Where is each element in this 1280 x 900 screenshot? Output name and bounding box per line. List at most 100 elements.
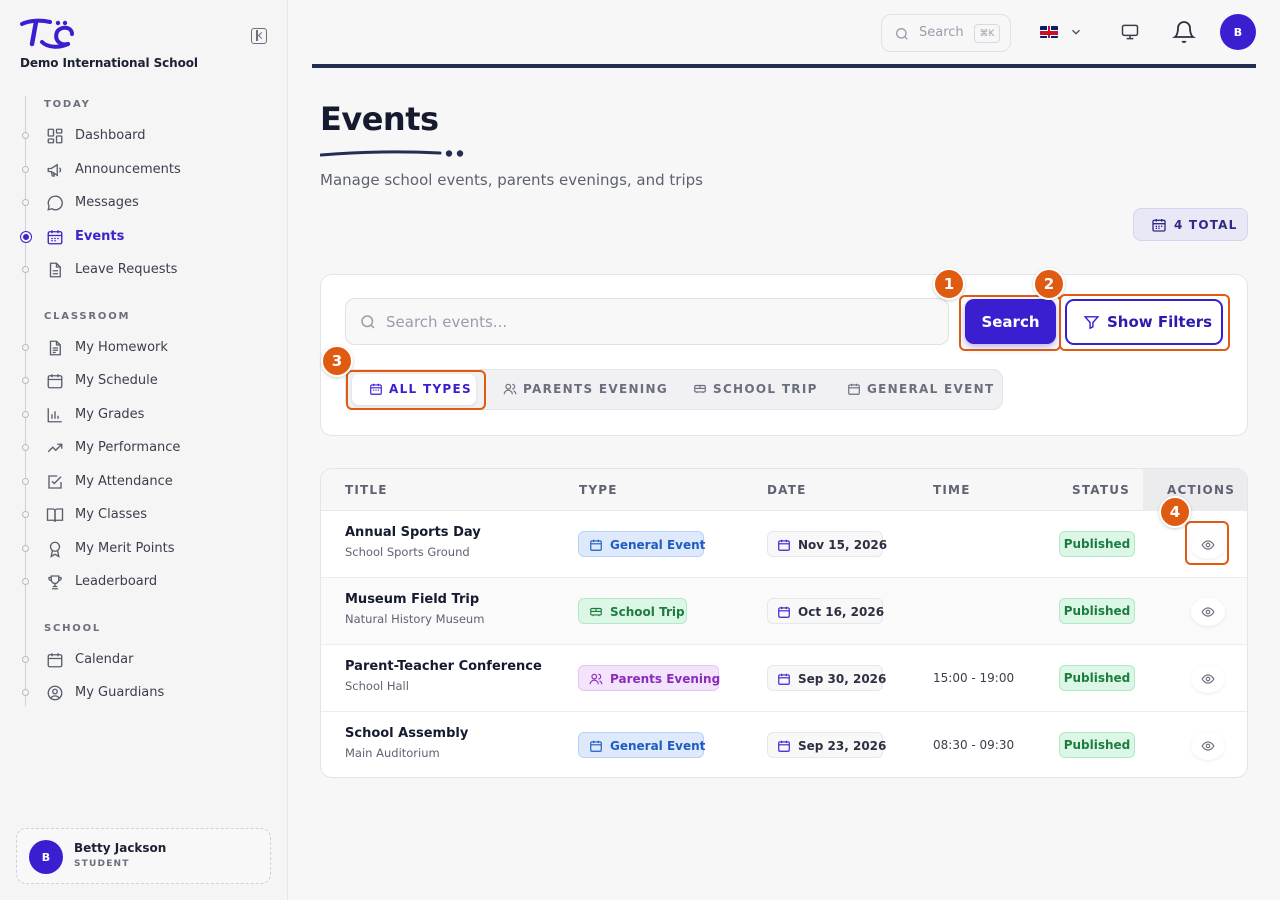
sidebar-item-my-classes[interactable]: My Classes [0, 501, 288, 529]
sidebar-item-my-performance[interactable]: My Performance [0, 434, 288, 462]
sidebar-item-calendar[interactable]: Calendar [0, 646, 288, 674]
nav-dot [22, 444, 29, 451]
annotation-marker-3: 3 [321, 345, 353, 377]
sidebar-item-label: My Schedule [75, 373, 158, 388]
calendar-icon [848, 383, 860, 395]
calendar-icon [778, 606, 790, 618]
sidebar-item-announcements[interactable]: Announcements [0, 156, 288, 184]
calendar-icon [778, 740, 790, 752]
event-location: Main Auditorium [345, 746, 440, 760]
dashboard-icon [47, 128, 63, 144]
school-name: Demo International School [20, 56, 198, 70]
event-date: Oct 16, 2026 [798, 605, 885, 619]
table-row[interactable]: Parent-Teacher Conference School Hall Pa… [321, 645, 1247, 712]
column-header-title[interactable]: TITLE [345, 483, 388, 497]
collapse-sidebar-icon[interactable] [251, 28, 267, 44]
sidebar: Demo International School TODAY Dashboar… [0, 0, 288, 900]
view-event-button[interactable] [1191, 665, 1225, 693]
section-label-classroom: CLASSROOM [44, 311, 131, 322]
tab-label: SCHOOL TRIP [713, 382, 818, 396]
global-search-input[interactable]: Search ⌘K [881, 14, 1011, 52]
notifications-bell-icon[interactable] [1172, 20, 1196, 44]
search-button[interactable]: Search [965, 299, 1056, 344]
type-label: Parents Evening [610, 672, 721, 686]
type-label: General Event [610, 739, 706, 753]
annotation-marker-1: 1 [933, 268, 965, 300]
sidebar-item-label: Dashboard [75, 128, 146, 143]
language-selector[interactable] [1038, 24, 1086, 42]
events-search-field[interactable] [345, 298, 949, 345]
search-icon [361, 315, 375, 329]
sidebar-item-events[interactable]: Events [0, 223, 288, 251]
sidebar-item-label: Events [75, 229, 125, 244]
sidebar-item-my-grades[interactable]: My Grades [0, 401, 288, 429]
eye-icon [1201, 540, 1215, 550]
tab-all-types[interactable]: ALL TYPES [352, 374, 476, 405]
view-event-button[interactable] [1191, 732, 1225, 760]
sidebar-item-dashboard[interactable]: Dashboard [0, 122, 288, 150]
calendar-icon [370, 383, 382, 395]
event-title: Parent-Teacher Conference [345, 659, 542, 674]
calendar-icon [47, 653, 63, 668]
date-badge: Sep 23, 2026 [767, 732, 887, 758]
view-event-button[interactable] [1191, 598, 1225, 626]
user-profile-card[interactable]: B Betty Jackson STUDENT [16, 828, 271, 884]
monitor-icon[interactable] [1120, 22, 1140, 42]
event-title: Museum Field Trip [345, 592, 480, 607]
column-header-time[interactable]: TIME [933, 483, 971, 497]
calendar-icon [47, 374, 63, 389]
status-badge: Published [1059, 665, 1135, 691]
show-filters-button[interactable]: Show Filters [1065, 299, 1223, 345]
sidebar-item-my-schedule[interactable]: My Schedule [0, 367, 288, 395]
user-circle-icon [47, 685, 63, 701]
view-event-button[interactable] [1191, 531, 1225, 559]
column-header-date[interactable]: DATE [767, 483, 807, 497]
nav-dot [22, 411, 29, 418]
sidebar-item-my-attendance[interactable]: My Attendance [0, 468, 288, 496]
column-header-status[interactable]: STATUS [1072, 483, 1130, 497]
title-underline-decoration [320, 150, 464, 157]
sidebar-item-label: Calendar [75, 652, 134, 667]
sidebar-item-label: My Attendance [75, 474, 173, 489]
users-icon [589, 673, 603, 685]
tab-general-event[interactable]: GENERAL EVENT [830, 374, 993, 405]
table-row[interactable]: Annual Sports Day School Sports Ground G… [321, 511, 1247, 578]
tab-parents-evening[interactable]: PARENTS EVENING [486, 374, 667, 405]
nav-dot [22, 199, 29, 206]
event-location: Natural History Museum [345, 612, 485, 626]
school-logo[interactable] [20, 18, 76, 50]
eye-icon [1201, 607, 1215, 617]
section-label-school: SCHOOL [44, 623, 102, 634]
sidebar-item-label: My Homework [75, 340, 168, 355]
status-badge: Published [1059, 531, 1135, 557]
column-header-type[interactable]: TYPE [579, 483, 618, 497]
status-badge: Published [1059, 732, 1135, 758]
events-search-input[interactable] [386, 309, 926, 335]
sidebar-item-messages[interactable]: Messages [0, 189, 288, 217]
type-badge: General Event [578, 732, 706, 758]
sidebar-item-my-guardians[interactable]: My Guardians [0, 679, 288, 707]
page-title: Events [320, 100, 439, 138]
sidebar-item-label: My Performance [75, 440, 181, 455]
shortcut-hint: ⌘K [974, 24, 1000, 43]
event-time: 08:30 - 09:30 [933, 738, 1015, 752]
tab-school-trip[interactable]: SCHOOL TRIP [676, 374, 816, 405]
table-row[interactable]: School Assembly Main Auditorium General … [321, 712, 1247, 777]
avatar: B [29, 840, 63, 874]
type-badge: School Trip [578, 598, 687, 624]
event-date: Nov 15, 2026 [798, 538, 888, 552]
nav-dot [22, 511, 29, 518]
event-date: Sep 23, 2026 [798, 739, 887, 753]
sidebar-item-leave-requests[interactable]: Leave Requests [0, 256, 288, 284]
type-label: School Trip [610, 605, 685, 619]
sidebar-item-my-merit-points[interactable]: My Merit Points [0, 535, 288, 563]
nav-dot [22, 689, 29, 696]
sidebar-item-my-homework[interactable]: My Homework [0, 334, 288, 362]
sidebar-item-label: My Guardians [75, 685, 165, 700]
table-header: TITLE TYPE DATE TIME STATUS ACTIONS [321, 469, 1247, 511]
calendar-icon [47, 230, 63, 245]
sidebar-item-leaderboard[interactable]: Leaderboard [0, 568, 288, 596]
user-avatar-button[interactable]: B [1220, 14, 1256, 50]
megaphone-icon [47, 163, 62, 177]
table-row[interactable]: Museum Field Trip Natural History Museum… [321, 578, 1247, 645]
